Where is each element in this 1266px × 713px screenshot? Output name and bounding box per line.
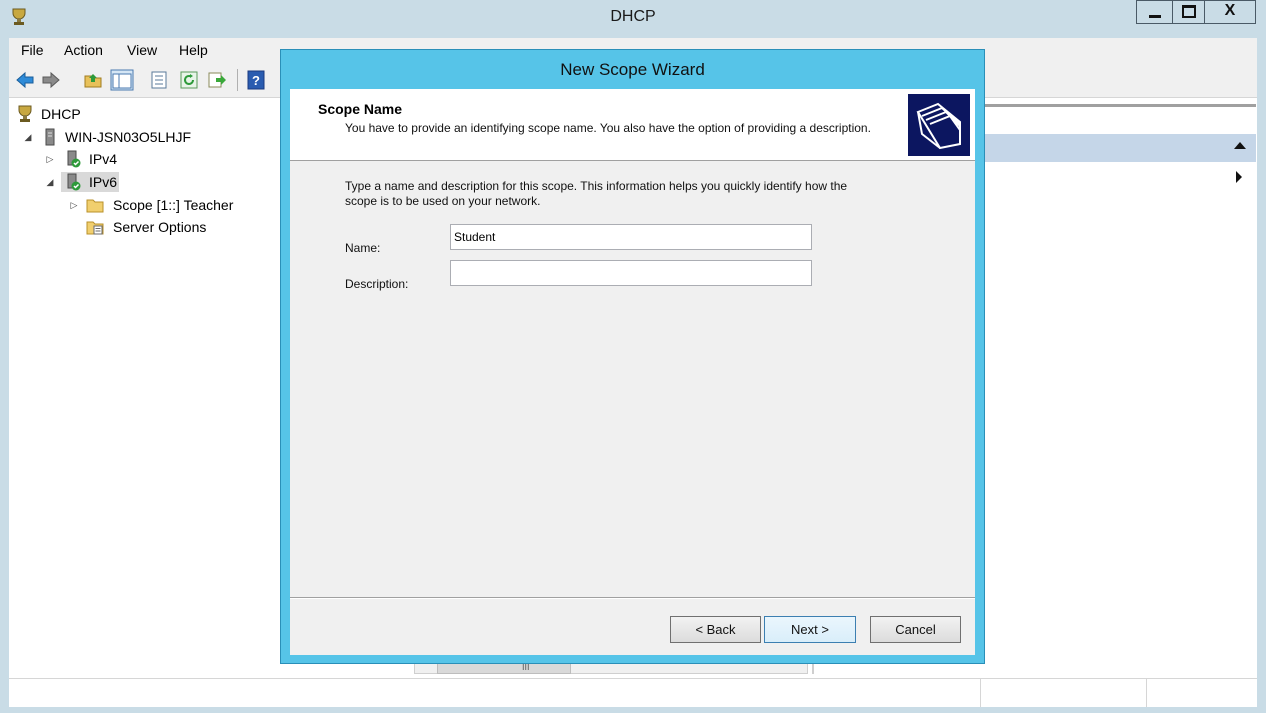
tree-label: Server Options (113, 219, 207, 235)
wizard-header: Scope Name You have to provide an identi… (290, 89, 975, 161)
server-icon (45, 128, 55, 146)
page-heading: Scope Name (318, 101, 403, 117)
name-label: Name: (345, 241, 381, 255)
scope-folder-icon (908, 94, 970, 156)
collapse-up-icon[interactable] (1234, 142, 1246, 149)
tree-item-dhcp[interactable]: DHCP (9, 104, 209, 124)
show-hide-tree-icon[interactable] (110, 69, 134, 91)
properties-icon[interactable] (149, 70, 169, 90)
menu-action[interactable]: Action (64, 42, 103, 58)
description-label: Description: (345, 277, 409, 291)
folder-icon (86, 199, 104, 213)
expand-arrow-icon[interactable]: ▷ (45, 149, 55, 169)
tree-label: IPv4 (89, 151, 118, 167)
window-title: DHCP (610, 8, 656, 25)
new-scope-wizard-dialog: New Scope Wizard Scope Name You have to … (280, 49, 985, 664)
maximize-icon (1182, 5, 1196, 18)
scope-name-input[interactable] (450, 224, 812, 250)
instructions-text: Type a name and description for this sco… (345, 179, 848, 208)
ipv4-server-icon (67, 150, 81, 168)
tree-label: WIN-JSN03O5LHJF (65, 129, 192, 145)
next-button[interactable]: Next > (764, 616, 856, 643)
tree-item-server[interactable]: ◢ WIN-JSN03O5LHJF (9, 127, 229, 147)
menu-help[interactable]: Help (179, 42, 208, 58)
collapse-arrow-icon[interactable]: ◢ (23, 127, 33, 147)
page-subtext: You have to provide an identifying scope… (345, 121, 871, 135)
export-list-icon[interactable] (207, 70, 227, 90)
collapse-arrow-icon[interactable]: ◢ (45, 172, 55, 192)
back-arrow-icon[interactable] (15, 70, 35, 90)
up-folder-icon[interactable] (83, 70, 103, 90)
server-options-icon (86, 221, 104, 235)
cancel-button[interactable]: Cancel (870, 616, 961, 643)
actions-header[interactable] (984, 134, 1256, 162)
refresh-icon[interactable] (179, 70, 199, 90)
tree-item-ipv4[interactable]: ▷ IPv4 (9, 149, 169, 169)
menu-file[interactable]: File (21, 42, 44, 58)
tree-label: IPv6 (89, 174, 118, 190)
ipv6-server-icon (67, 173, 81, 191)
tree-item-server-options[interactable]: Server Options (9, 217, 259, 237)
pane-separator (984, 104, 1256, 107)
help-icon[interactable]: ? (246, 70, 266, 90)
expand-right-icon[interactable] (1236, 171, 1242, 183)
dialog-title: New Scope Wizard (560, 60, 705, 79)
maximize-button[interactable] (1172, 0, 1204, 24)
status-cell (980, 679, 1147, 707)
expand-arrow-icon[interactable]: ▷ (69, 195, 79, 215)
tree-label: DHCP (41, 106, 81, 122)
svg-text:?: ? (252, 73, 260, 88)
forward-arrow-icon[interactable] (41, 70, 61, 90)
status-cell (1146, 679, 1257, 707)
actions-pane (984, 104, 1256, 674)
tree-item-ipv6[interactable]: ◢ IPv6 (9, 172, 169, 192)
menu-view[interactable]: View (127, 42, 157, 58)
dhcp-icon (18, 105, 32, 122)
tree-item-scope[interactable]: ▷ Scope [1::] Teacher (9, 195, 259, 215)
title-bar: DHCP X (0, 0, 1266, 36)
minimize-button[interactable] (1136, 0, 1172, 24)
scope-description-input[interactable] (450, 260, 812, 286)
console-tree: DHCP ◢ WIN-JSN03O5LHJF ▷ IPv4 ◢ IPv6 ▷ S… (9, 99, 279, 669)
close-icon: X (1224, 2, 1236, 19)
tree-label: Scope [1::] Teacher (113, 197, 234, 213)
wizard-divider (290, 597, 975, 599)
back-button[interactable]: < Back (670, 616, 761, 643)
close-button[interactable]: X (1204, 0, 1256, 24)
wizard-client-area: Scope Name You have to provide an identi… (290, 89, 975, 655)
minimize-icon (1149, 15, 1161, 18)
status-bar (9, 678, 1257, 707)
